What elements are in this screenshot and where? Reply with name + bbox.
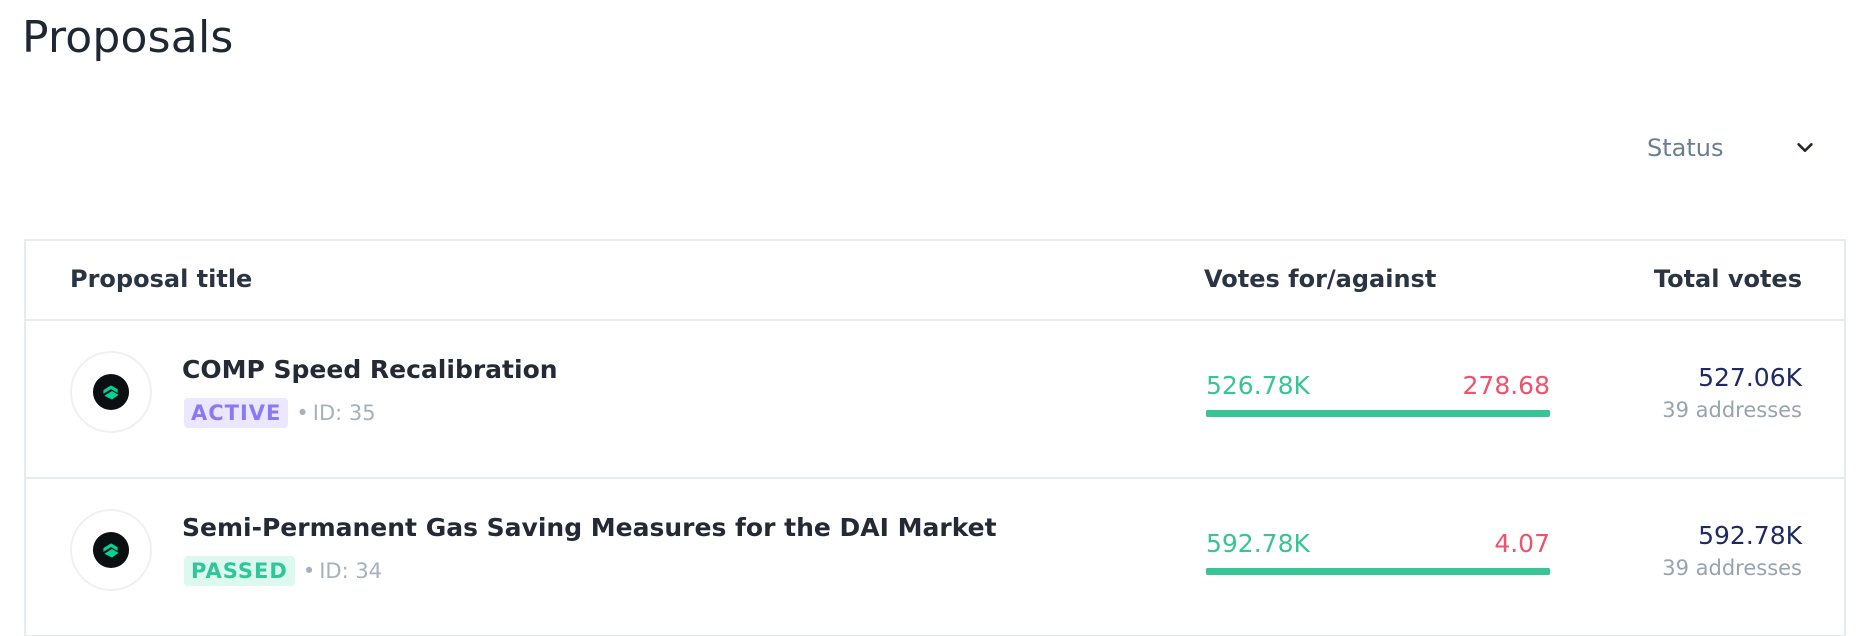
- compound-icon: [92, 531, 130, 569]
- proposal-title[interactable]: Semi-Permanent Gas Saving Measures for t…: [182, 513, 997, 542]
- total-votes-addresses: 39 addresses: [1662, 398, 1802, 422]
- votes-for-fill: [1206, 410, 1550, 417]
- page-title: Proposals: [22, 12, 234, 63]
- chevron-down-icon: [1797, 143, 1813, 153]
- total-votes: 592.78K 39 addresses: [1662, 521, 1802, 580]
- votes-against: 4.07: [1494, 529, 1550, 558]
- separator-dot: •: [302, 559, 316, 583]
- votes-for-against: 526.78K 278.68: [1206, 371, 1550, 417]
- header-votes-for-against: Votes for/against: [1204, 265, 1437, 293]
- proposal-id: ID: 34: [319, 559, 383, 583]
- votes-for: 526.78K: [1206, 371, 1310, 400]
- separator-dot: •: [296, 401, 309, 425]
- proposal-avatar: [70, 351, 152, 433]
- proposal-meta: ACTIVE • ID: 35: [184, 398, 376, 428]
- total-votes-amount: 592.78K: [1698, 521, 1802, 550]
- status-badge: ACTIVE: [184, 398, 289, 428]
- status-badge: PASSED: [184, 556, 295, 586]
- total-votes: 527.06K 39 addresses: [1662, 363, 1802, 422]
- votes-progress-bar: [1206, 568, 1550, 575]
- proposals-table: Proposal title Votes for/against Total v…: [24, 239, 1846, 636]
- total-votes-amount: 527.06K: [1698, 363, 1802, 392]
- table-header: Proposal title Votes for/against Total v…: [26, 241, 1844, 321]
- header-proposal-title: Proposal title: [70, 265, 253, 293]
- votes-against: 278.68: [1462, 371, 1550, 400]
- votes-for-fill: [1206, 568, 1550, 575]
- status-filter-label: Status: [1647, 134, 1724, 162]
- header-total-votes: Total votes: [1653, 265, 1802, 293]
- total-votes-addresses: 39 addresses: [1662, 556, 1802, 580]
- votes-for-against: 592.78K 4.07: [1206, 529, 1550, 575]
- proposals-page: Proposals Status Proposal title Votes fo…: [0, 0, 1866, 636]
- votes-progress-bar: [1206, 410, 1550, 417]
- proposal-title[interactable]: COMP Speed Recalibration: [182, 355, 558, 384]
- status-filter-dropdown[interactable]: Status: [1630, 124, 1830, 172]
- proposal-id: ID: 35: [312, 401, 376, 425]
- proposal-avatar: [70, 509, 152, 591]
- table-row[interactable]: Semi-Permanent Gas Saving Measures for t…: [26, 479, 1844, 636]
- proposal-meta: PASSED • ID: 34: [184, 556, 382, 586]
- table-row[interactable]: COMP Speed Recalibration ACTIVE • ID: 35…: [26, 321, 1844, 479]
- compound-icon: [92, 373, 130, 411]
- votes-for: 592.78K: [1206, 529, 1310, 558]
